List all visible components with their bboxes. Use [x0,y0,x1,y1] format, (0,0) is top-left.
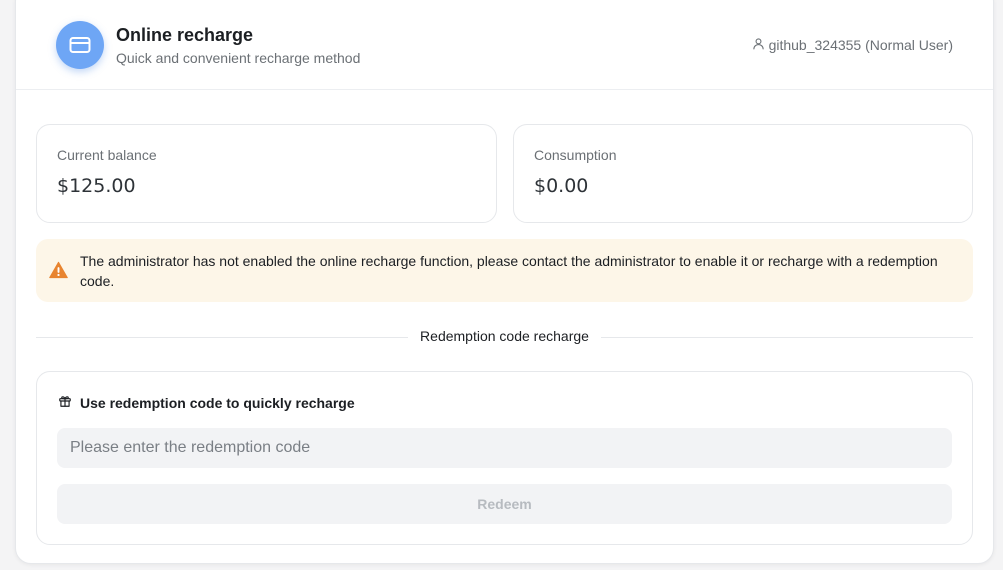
consumption-label: Consumption [534,147,617,163]
redeem-card: Use redemption code to quickly recharge … [36,371,973,545]
redeem-button[interactable]: Redeem [57,484,952,524]
balance-card: Current balance $125.00 [36,124,497,223]
redeem-heading-text: Use redemption code to quickly recharge [80,394,355,411]
balance-value: $125.00 [57,175,136,197]
user-label: github_324355 (Normal User) [768,37,953,53]
page-subtitle: Quick and convenient recharge method [116,50,361,66]
recharge-disabled-alert: The administrator has not enabled the on… [36,239,973,302]
recharge-card: Online recharge Quick and convenient rec… [15,0,994,564]
user-info: github_324355 (Normal User) [752,37,953,53]
card-header: Online recharge Quick and convenient rec… [16,1,993,90]
redeem-heading: Use redemption code to quickly recharge [58,394,355,411]
gift-icon [58,394,72,411]
redemption-code-input[interactable] [57,428,952,468]
alert-message: The administrator has not enabled the on… [80,253,938,289]
credit-card-icon [56,21,104,69]
balance-label: Current balance [57,147,157,163]
section-divider: Redemption code recharge [36,327,973,347]
divider-label: Redemption code recharge [420,328,589,344]
page-title: Online recharge [116,25,254,45]
user-icon [752,37,765,53]
consumption-card: Consumption $0.00 [513,124,973,223]
warning-icon [49,261,68,284]
consumption-value: $0.00 [534,175,589,197]
